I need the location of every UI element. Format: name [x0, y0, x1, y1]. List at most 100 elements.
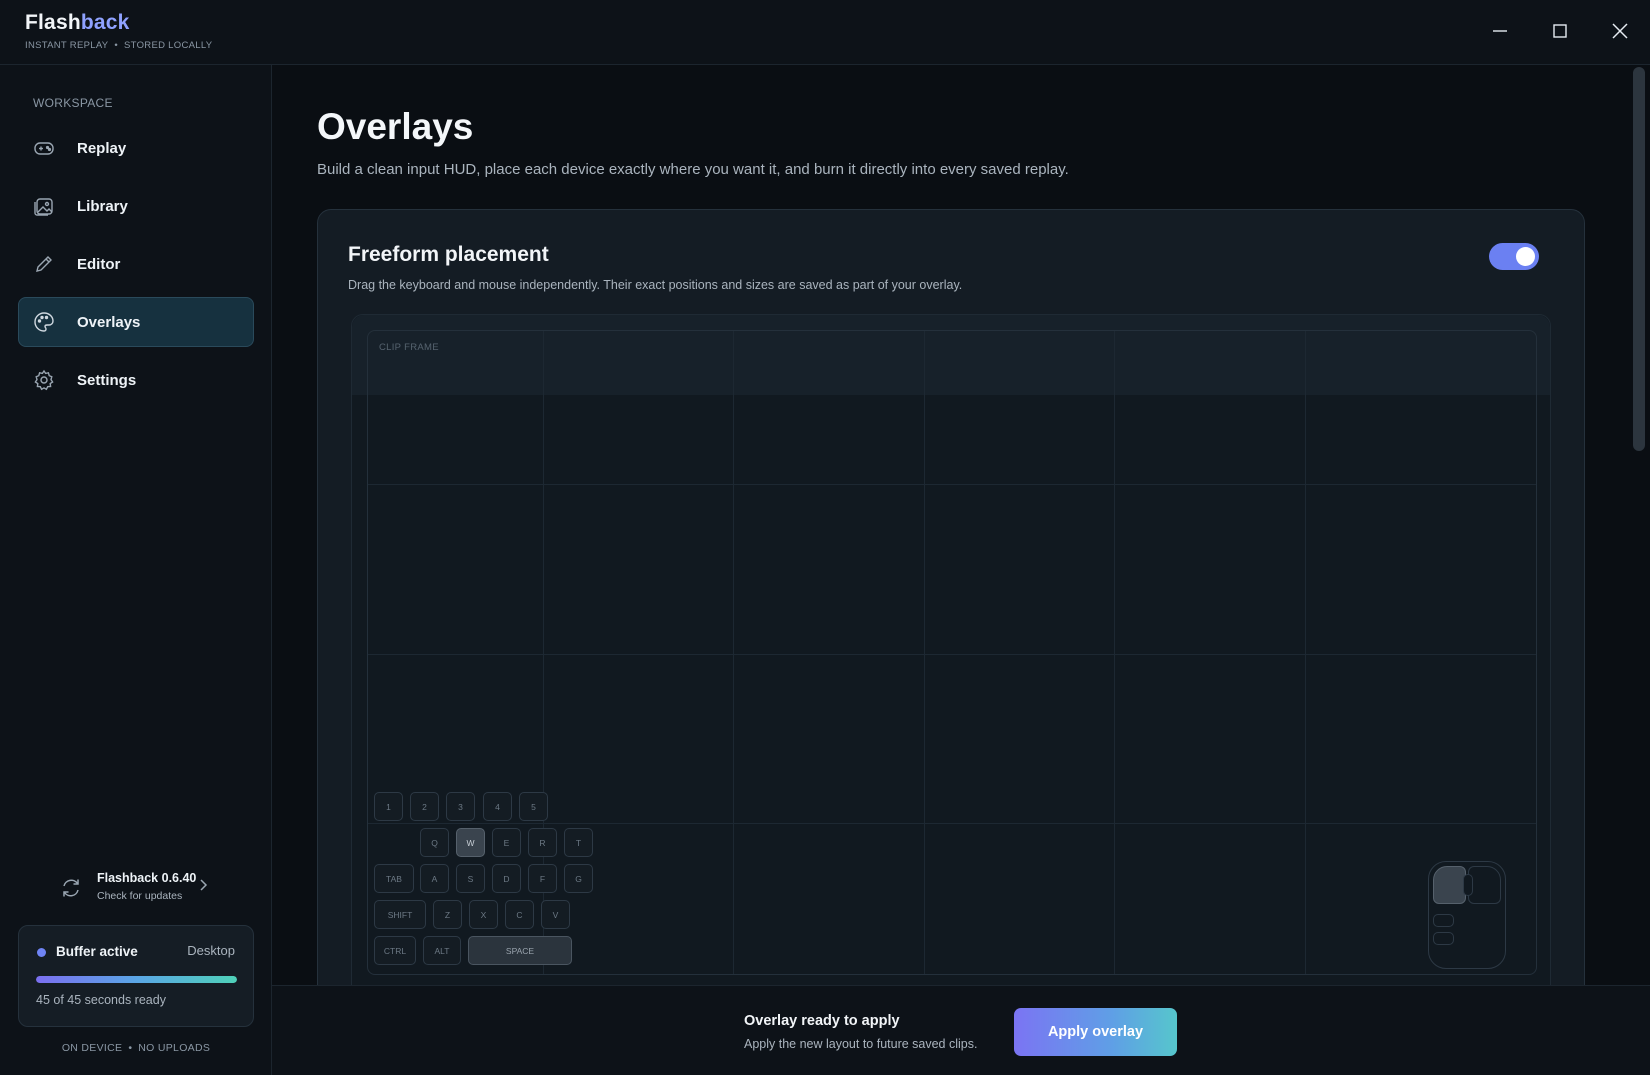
key-g: G	[564, 864, 593, 893]
sidebar-item-replay[interactable]: Replay	[18, 123, 254, 173]
page-title: Overlays	[317, 106, 474, 147]
maximize-icon	[1553, 24, 1567, 38]
grid-line	[1305, 331, 1306, 974]
close-button[interactable]	[1590, 0, 1650, 62]
buffer-mode: Desktop	[187, 943, 235, 958]
key-d: D	[492, 864, 521, 893]
key-2: 2	[410, 792, 439, 821]
key-a: A	[420, 864, 449, 893]
card-title: Freeform placement	[348, 243, 549, 266]
key-5: 5	[519, 792, 548, 821]
grid-line	[368, 654, 1536, 655]
key-x: X	[469, 900, 498, 929]
check-updates-button[interactable]: Flashback 0.6.40 Check for updates	[60, 868, 220, 908]
app-name-part2: back	[80, 11, 130, 34]
sidebar-item-library[interactable]: Library	[18, 181, 254, 231]
image-library-icon	[33, 195, 55, 217]
key-e: E	[492, 828, 521, 857]
card-subtitle: Drag the keyboard and mouse independentl…	[348, 278, 963, 292]
apply-status-title: Overlay ready to apply	[744, 1013, 900, 1029]
separator-dot: •	[128, 1042, 133, 1054]
minimize-button[interactable]	[1470, 0, 1530, 62]
maximize-button[interactable]	[1530, 0, 1590, 62]
main-content: Overlays Build a clean input HUD, place …	[272, 65, 1650, 985]
app-version: Flashback 0.6.40	[97, 871, 197, 885]
app-brand: Flashback INSTANT REPLAY • STORED LOCALLY	[25, 11, 212, 51]
gamepad-icon	[33, 137, 55, 159]
key-r: R	[528, 828, 557, 857]
minimize-icon	[1493, 30, 1507, 32]
key-z: Z	[433, 900, 462, 929]
grid-line	[733, 331, 734, 974]
sidebar-item-editor[interactable]: Editor	[18, 239, 254, 289]
grid-line	[368, 823, 1536, 824]
key-v: V	[541, 900, 570, 929]
key-shift: SHIFT	[374, 900, 426, 929]
buffer-progress-bar	[36, 976, 237, 983]
key-alt: ALT	[423, 936, 461, 965]
mouse-wheel	[1463, 874, 1473, 896]
key-t: T	[564, 828, 593, 857]
check-updates-label: Check for updates	[97, 890, 183, 902]
sidebar-item-overlays[interactable]: Overlays	[18, 297, 254, 347]
refresh-icon	[60, 877, 82, 904]
privacy-note-left: ON DEVICE	[61, 1042, 123, 1054]
grid-line	[368, 484, 1536, 485]
sidebar: WORKSPACE Replay Library Editor Overlays	[0, 65, 272, 1075]
sidebar-nav: Replay Library Editor Overlays Settings	[18, 123, 254, 413]
key-1: 1	[374, 792, 403, 821]
palette-icon	[33, 311, 55, 333]
pencil-icon	[33, 253, 55, 275]
clip-frame-label: CLIP FRAME	[379, 342, 439, 353]
grid-line	[924, 331, 925, 974]
sidebar-item-label: Library	[77, 197, 128, 215]
key-3: 3	[446, 792, 475, 821]
apply-overlay-button[interactable]: Apply overlay	[1014, 1008, 1177, 1056]
overlay-stage: CLIP FRAME 1 2 3 4 5 Q W E R T TAB A S D…	[351, 314, 1551, 985]
app-name-part1: Flash	[25, 11, 81, 34]
buffer-active-indicator	[37, 948, 46, 957]
key-tab: TAB	[374, 864, 414, 893]
workspace-label: WORKSPACE	[33, 96, 113, 110]
grid-line	[1114, 331, 1115, 974]
key-s: S	[456, 864, 485, 893]
key-ctrl: CTRL	[374, 936, 416, 965]
app-name: Flashback	[25, 11, 212, 35]
mouse-overlay[interactable]	[1428, 861, 1506, 969]
freeform-placement-card: Freeform placement Drag the keyboard and…	[317, 209, 1585, 985]
sidebar-item-label: Settings	[77, 371, 137, 389]
apply-status-subtitle: Apply the new layout to future saved cli…	[744, 1037, 978, 1051]
toggle-knob	[1516, 247, 1535, 266]
privacy-note-right: NO UPLOADS	[138, 1042, 211, 1054]
main-scrollbar[interactable]	[1633, 67, 1645, 451]
mouse-left-button	[1433, 866, 1466, 904]
buffer-title: Buffer active	[56, 944, 138, 959]
key-space: SPACE	[468, 936, 572, 965]
privacy-note: ON DEVICE • NO UPLOADS	[0, 1042, 272, 1054]
clip-frame: CLIP FRAME 1 2 3 4 5 Q W E R T TAB A S D…	[367, 330, 1537, 975]
title-bar: Flashback INSTANT REPLAY • STORED LOCALLY	[0, 0, 1650, 65]
mouse-side-button	[1433, 914, 1454, 927]
apply-action-bar: Overlay ready to apply Apply the new lay…	[272, 985, 1650, 1075]
separator-dot: •	[114, 40, 119, 51]
key-c: C	[505, 900, 534, 929]
app-subtitle-right: STORED LOCALLY	[124, 40, 213, 51]
buffer-progress-fill	[36, 976, 237, 983]
freeform-placement-toggle[interactable]	[1489, 243, 1539, 270]
key-q: Q	[420, 828, 449, 857]
app-subtitle-left: INSTANT REPLAY	[25, 40, 109, 51]
app-subtitle: INSTANT REPLAY • STORED LOCALLY	[25, 40, 212, 51]
key-4: 4	[483, 792, 512, 821]
key-f: F	[528, 864, 557, 893]
key-w: W	[456, 828, 485, 857]
sidebar-item-settings[interactable]: Settings	[18, 355, 254, 405]
sidebar-item-label: Editor	[77, 255, 121, 273]
close-icon	[1612, 23, 1628, 39]
sidebar-item-label: Overlays	[77, 313, 141, 331]
gear-icon	[33, 369, 55, 391]
buffer-status-text: 45 of 45 seconds ready	[36, 993, 166, 1007]
page-subtitle: Build a clean input HUD, place each devi…	[317, 161, 1069, 178]
chevron-right-icon	[198, 878, 208, 897]
buffer-status-card: Buffer active Desktop 45 of 45 seconds r…	[18, 925, 254, 1027]
mouse-side-button	[1433, 932, 1454, 945]
